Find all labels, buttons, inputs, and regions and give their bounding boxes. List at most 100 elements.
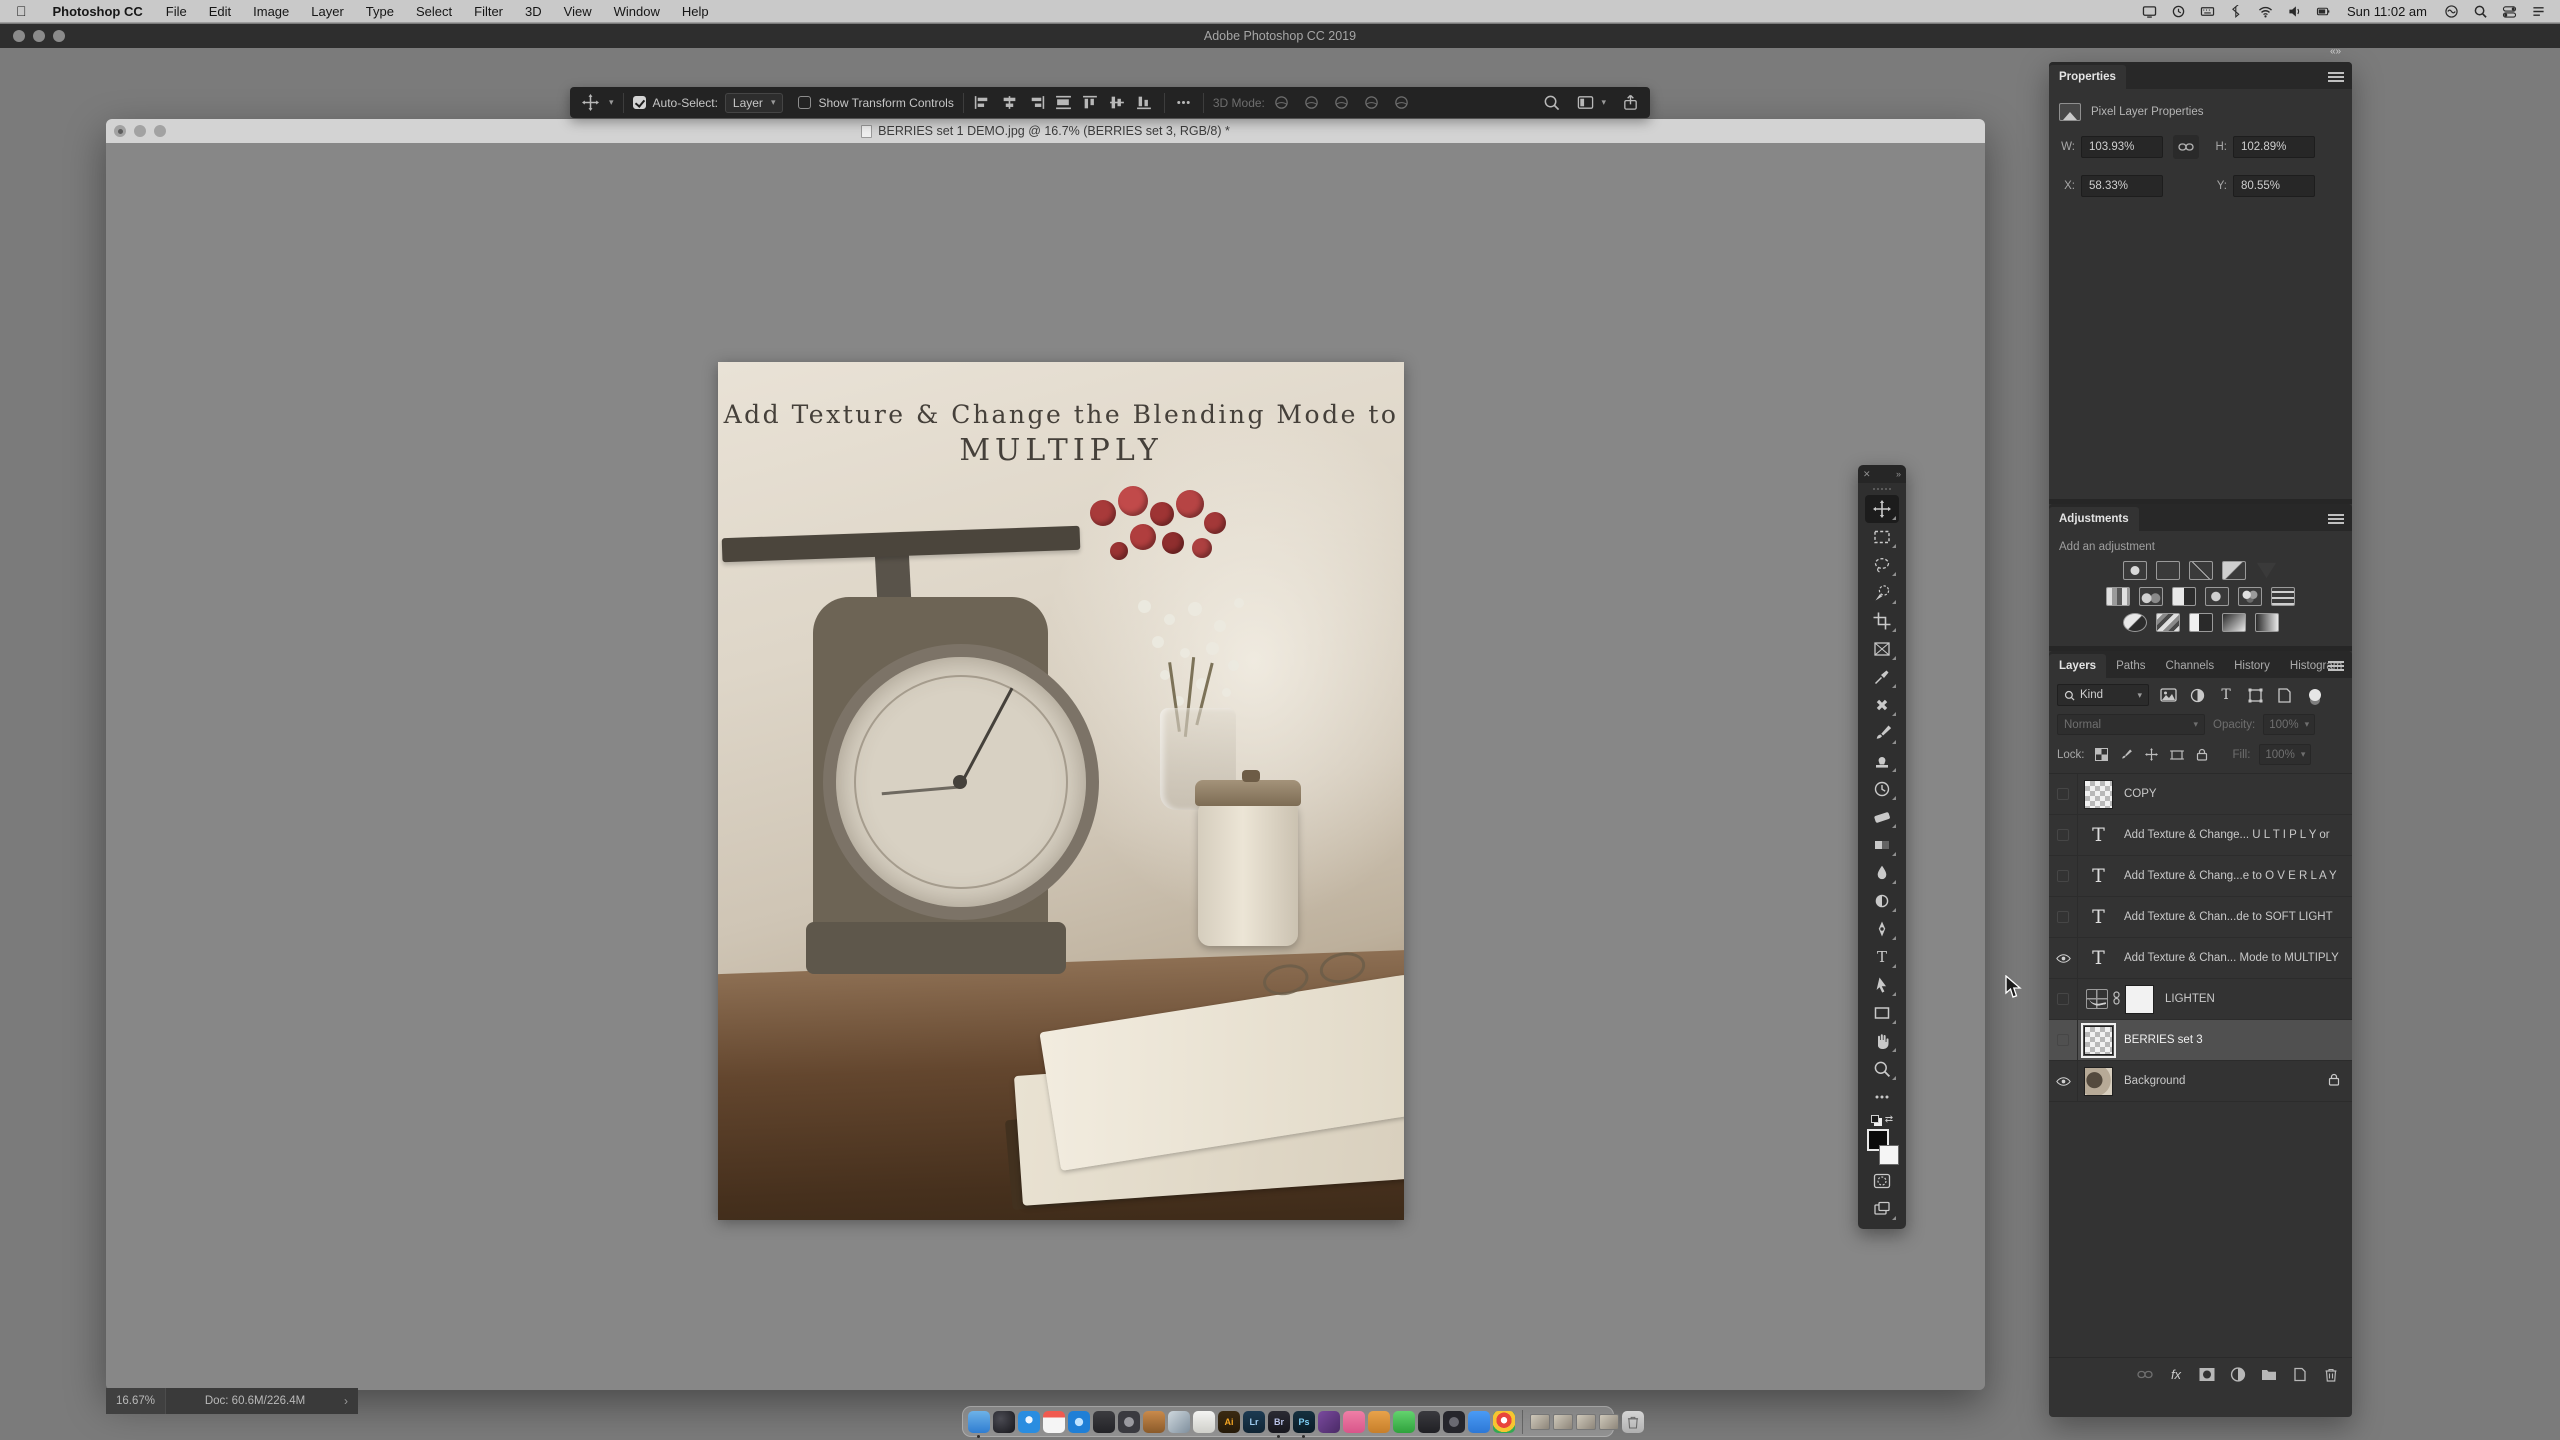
menu-photoshop-cc[interactable]: Photoshop CC [41,4,155,19]
zoom-window-button[interactable] [53,30,65,42]
dock-downloads-folder[interactable] [1368,1411,1390,1433]
vibrance-icon[interactable] [2255,561,2279,580]
link-dimensions-icon[interactable] [2173,135,2199,159]
layer-visibility-empty[interactable] [2049,856,2078,896]
clone-stamp-tool[interactable] [1865,747,1899,775]
doc-minimize-button[interactable] [134,125,146,137]
adjustment-icon[interactable] [2229,1366,2247,1382]
auto-select-checkbox[interactable] [633,96,646,109]
filter-adjustment-layers-icon[interactable] [2187,686,2207,704]
default-colors-icon[interactable] [1871,1115,1879,1123]
display-icon[interactable] [2141,4,2157,18]
eraser-tool[interactable] [1865,803,1899,831]
dodge-tool[interactable] [1865,887,1899,915]
link-icon[interactable] [2136,1366,2154,1382]
layer-name[interactable]: Add Texture & Chan...de to SOFT LIGHT [2124,911,2333,923]
gradient-map-icon[interactable] [2222,613,2246,632]
tab-adjustments[interactable]: Adjustments [2049,507,2139,531]
layer-visibility-eye-icon[interactable] [2049,1061,2078,1101]
lasso-tool[interactable] [1865,551,1899,579]
dock-minimized-window[interactable] [1576,1414,1596,1430]
layer-visibility-empty[interactable] [2049,774,2078,814]
layer-name[interactable]: Add Texture & Chang...e to O V E R L A Y [2124,870,2337,882]
dock-minimized-window[interactable] [1553,1414,1573,1430]
filter-shape-layers-icon[interactable] [2245,686,2265,704]
move-tool-icon[interactable] [580,93,600,113]
layer-row-add-texture-chan-mode-to-multiply[interactable]: TAdd Texture & Chan... Mode to MULTIPLY [2049,938,2352,979]
apple-menu-icon[interactable]:  [0,3,41,19]
ellipsis-icon[interactable] [1174,93,1194,113]
dock-bridge[interactable]: Br [1268,1411,1290,1433]
curves-adjustment-icon[interactable] [2086,989,2108,1009]
document-titlebar[interactable]: BERRIES set 1 DEMO.jpg @ 16.7% (BERRIES … [106,119,1985,143]
invert-icon[interactable] [2123,613,2147,632]
healing-brush-tool[interactable] [1865,691,1899,719]
layer-thumbnail[interactable] [2084,1067,2113,1096]
filter-smart-objects-icon[interactable] [2274,686,2294,704]
notification-center-icon[interactable] [2530,4,2546,18]
background-color-swatch[interactable] [1879,1145,1899,1165]
quick-selection-tool[interactable] [1865,579,1899,607]
bluetooth-icon[interactable] [2228,4,2244,18]
dock-minimized-window[interactable] [1530,1414,1550,1430]
x-field[interactable]: 58.33% [2081,175,2163,197]
dock-siri[interactable] [993,1411,1015,1433]
lock-position-icon[interactable] [2144,747,2160,762]
align-left-edges-icon[interactable] [973,93,993,113]
screen-mode-button[interactable] [1865,1195,1899,1223]
dock-trash[interactable] [1622,1411,1644,1433]
workspace-chevron-icon[interactable]: ▾ [1601,97,1606,108]
blend-mode-dropdown[interactable]: Normal▾ [2057,714,2205,735]
dock-illustrator[interactable]: Ai [1218,1411,1240,1433]
filter-type-layers-icon[interactable]: T [2216,686,2236,704]
threshold-icon[interactable] [2189,613,2213,632]
dock-media-player[interactable] [1318,1411,1340,1433]
adjustments-panel-menu-icon[interactable] [2328,512,2344,526]
dock-facetime[interactable] [1393,1411,1415,1433]
trash-icon[interactable] [2322,1366,2340,1382]
height-field[interactable]: 102.89% [2233,136,2315,158]
levels-icon[interactable] [2156,561,2180,580]
show-transform-checkbox[interactable] [798,96,811,109]
wifi-icon[interactable] [2257,4,2273,18]
dock-calendar[interactable] [1043,1411,1065,1433]
exposure-icon[interactable] [2222,561,2246,580]
layer-row-add-texture-change-u-l-t-i-p-l-y-or[interactable]: TAdd Texture & Change... U L T I P L Y o… [2049,815,2352,856]
menu-window[interactable]: Window [603,4,671,19]
type-layer-thumbnail[interactable]: T [2084,947,2113,969]
tools-palette-header[interactable]: ✕ » [1858,465,1906,483]
status-chevron-icon[interactable]: › [344,1394,358,1408]
blur-tool[interactable] [1865,859,1899,887]
path-selection-tool[interactable] [1865,971,1899,999]
color-swatches[interactable] [1865,1129,1899,1165]
new-layer-icon[interactable] [2291,1366,2309,1382]
auto-select-dropdown[interactable]: Layer▾ [725,93,784,113]
zoom-level-field[interactable]: 16.67% [106,1388,166,1414]
history-brush-tool[interactable] [1865,775,1899,803]
rectangle-tool[interactable] [1865,999,1899,1027]
tab-channels[interactable]: Channels [2156,654,2225,678]
menu-image[interactable]: Image [242,4,300,19]
layer-row-add-texture-chan-de-to-soft-light[interactable]: T Add Texture & Chan...de to SOFT LIGHT [2049,897,2352,938]
gradient-tool[interactable] [1865,831,1899,859]
layers-panel-menu-icon[interactable] [2328,659,2344,673]
tab-layers[interactable]: Layers [2049,654,2106,678]
dock-chrome[interactable] [1493,1411,1515,1433]
menu-view[interactable]: View [553,4,603,19]
layer-row-copy[interactable]: COPY [2049,774,2352,815]
layer-visibility-empty[interactable] [2049,815,2078,855]
type-layer-thumbnail[interactable]: T [2084,906,2113,928]
dock-app-store[interactable] [1068,1411,1090,1433]
properties-panel-menu-icon[interactable] [2328,70,2344,84]
dock-lightroom[interactable]: Lr [1243,1411,1265,1433]
eyedropper-tool[interactable] [1865,663,1899,691]
type-layer-thumbnail[interactable]: T [2084,824,2113,846]
layer-row-add-texture-chang-e-to-o-v-e-r-l-a-y[interactable]: T Add Texture & Chang...e to O V E R L A … [2049,856,2352,897]
tab-history[interactable]: History [2224,654,2280,678]
filter-pixel-layers-icon[interactable] [2158,686,2178,704]
dock-finder[interactable] [968,1411,990,1433]
layer-name[interactable]: BERRIES set 3 [2124,1034,2203,1046]
type-layer-thumbnail[interactable]: T [2084,865,2113,887]
layer-thumbnail[interactable] [2084,780,2113,809]
dock-photoshop[interactable]: Ps [1293,1411,1315,1433]
